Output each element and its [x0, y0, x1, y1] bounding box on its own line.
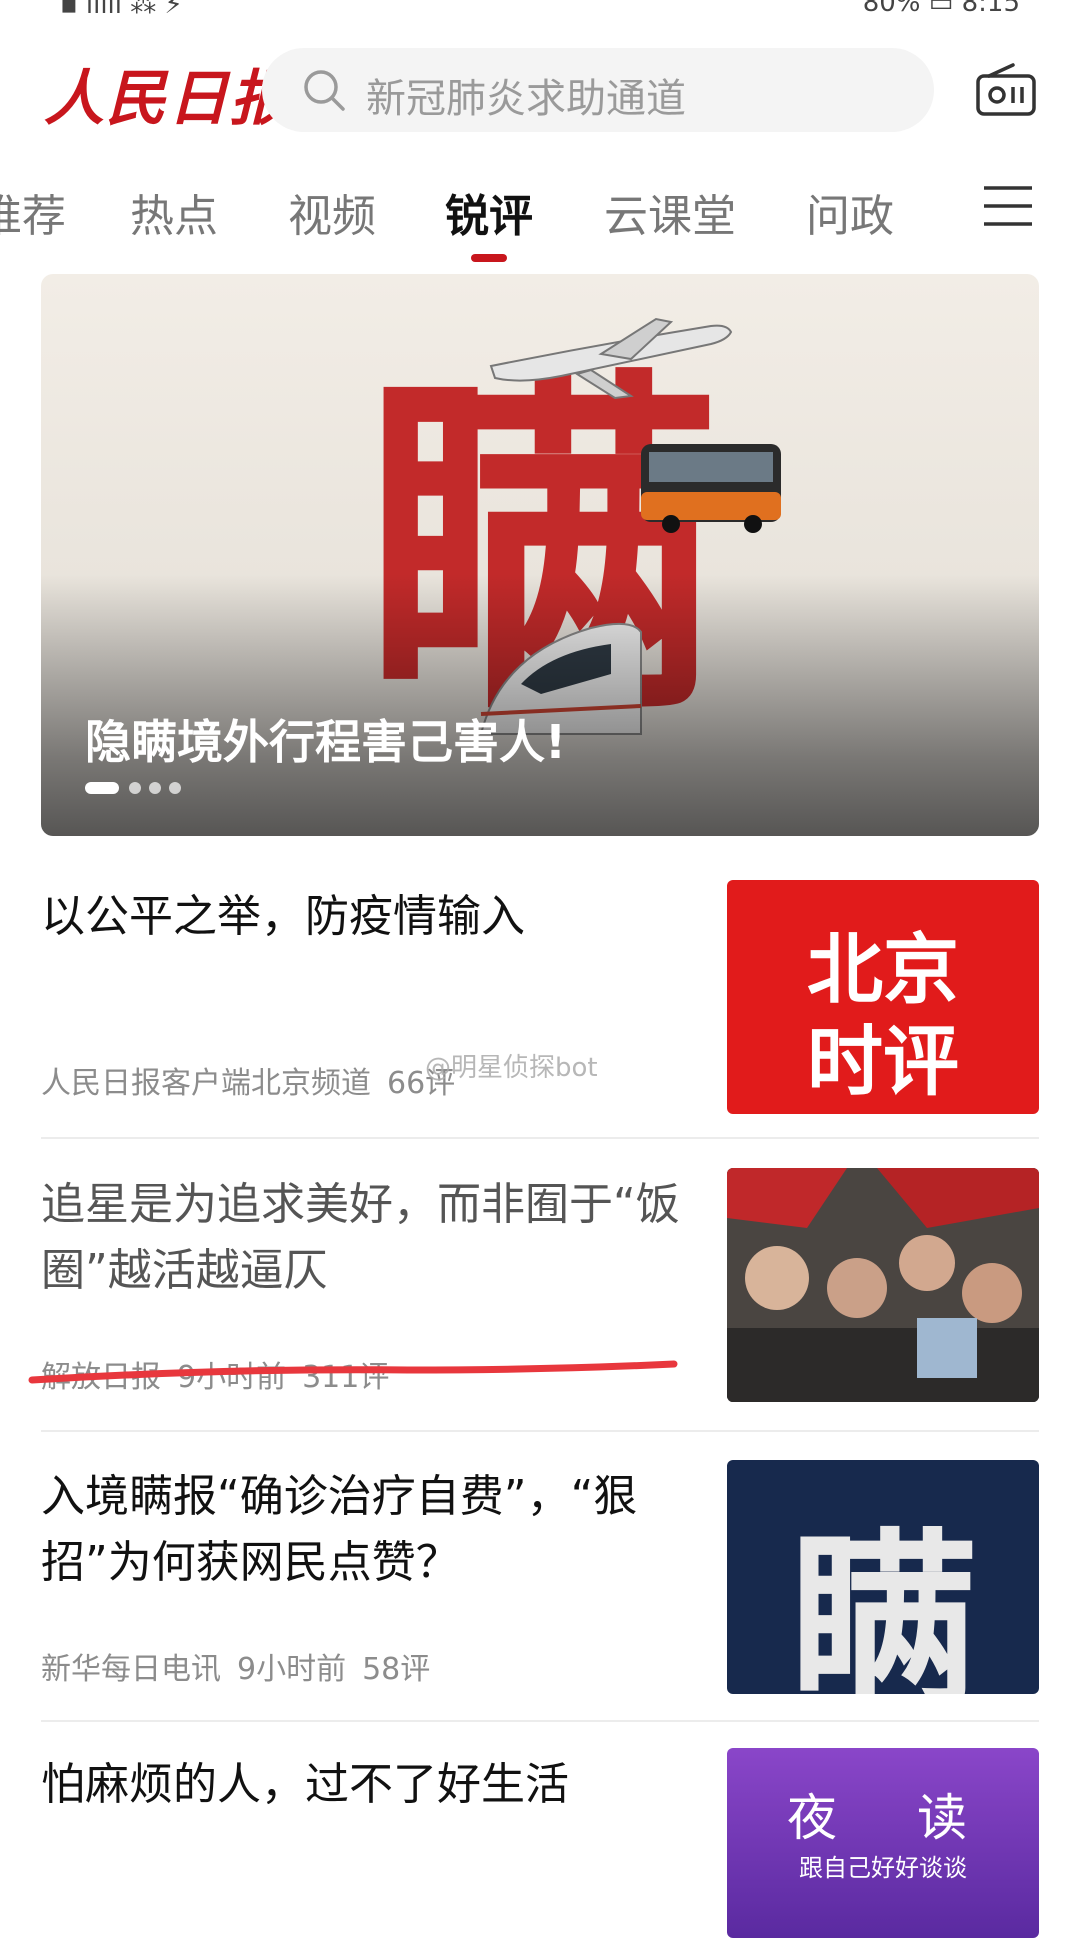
thumb-title: 夜: [787, 1789, 837, 1847]
thumb-title: 读: [917, 1789, 967, 1847]
news-meta: 新华每日电讯 9小时前 58评: [41, 1644, 446, 1688]
news-item[interactable]: 以公平之举，防疫情输入 人民日报客户端北京频道 66评 北京 时评: [41, 880, 1039, 1120]
watermark: @明星侦探bot: [425, 1053, 598, 1083]
carousel-dot: [85, 782, 119, 794]
tab-commentary[interactable]: 锐评: [445, 180, 533, 244]
divider: [41, 1720, 1039, 1722]
news-item[interactable]: 怕麻烦的人，过不了好生活 夜 读 跟自己好好谈谈: [41, 1748, 1039, 1938]
news-thumbnail: [727, 1168, 1039, 1402]
highlight-underline: [28, 1360, 678, 1384]
carousel-dot: [129, 782, 141, 794]
app-header: 人民日报 新冠肺炎求助通道: [0, 40, 1080, 150]
tab-video[interactable]: 视频: [288, 180, 376, 244]
radio-icon[interactable]: [975, 62, 1037, 118]
news-title: 追星是为追求美好，而非囿于“饭圈”越活越逼仄: [41, 1179, 680, 1296]
crowd-photo: [727, 1168, 1039, 1402]
divider: [41, 1137, 1039, 1139]
tab-cloud-class[interactable]: 云课堂: [604, 180, 736, 244]
carousel-dot: [169, 782, 181, 794]
search-placeholder: 新冠肺炎求助通道: [366, 76, 686, 122]
thumb-title: 瞒: [787, 1510, 978, 1694]
carousel-dot: [149, 782, 161, 794]
news-item[interactable]: 入境瞒报“确诊治疗自费”，“狠招”为何获网民点赞？ 新华每日电讯 9小时前 58评 …: [41, 1460, 1039, 1700]
news-title: 入境瞒报“确诊治疗自费”，“狠招”为何获网民点赞？: [41, 1471, 638, 1588]
tab-recommend[interactable]: 推荐: [0, 180, 66, 244]
news-thumbnail: 北京 时评: [727, 880, 1039, 1114]
news-source: 新华每日电讯: [41, 1652, 221, 1687]
thumb-title: 北京 时评: [807, 925, 959, 1106]
app-logo: 人民日报: [44, 64, 292, 134]
channel-tabs: 推荐 热点 视频 锐评 云课堂 问政: [0, 170, 1080, 270]
tab-inquiry[interactable]: 问政: [806, 180, 894, 244]
divider: [41, 1430, 1039, 1432]
active-tab-indicator: [471, 254, 507, 262]
status-icons: ▪ ıılll ⁂ ⚡: [60, 0, 183, 20]
bus-icon: [641, 444, 781, 533]
search-bar[interactable]: 新冠肺炎求助通道: [262, 48, 934, 132]
news-thumbnail: 夜 读 跟自己好好谈谈: [727, 1748, 1039, 1938]
news-title: 怕麻烦的人，过不了好生活: [41, 1759, 569, 1810]
featured-banner[interactable]: 瞒 隐瞒境外行程害己害人!: [41, 274, 1039, 836]
banner-title: 隐瞒境外行程害己害人!: [85, 715, 566, 769]
status-bar: ▪ ıılll ⁂ ⚡ 80% ▭ 8:15: [0, 0, 1080, 22]
news-title: 以公平之举，防疫情输入: [41, 891, 525, 942]
news-meta: 人民日报客户端北京频道 66评: [41, 1058, 471, 1102]
status-battery-time: 80% ▭ 8:15: [862, 0, 1020, 18]
menu-icon[interactable]: [982, 184, 1034, 228]
news-source: 人民日报客户端北京频道: [41, 1066, 371, 1101]
thumb-subtitle: 跟自己好好谈谈: [799, 1854, 967, 1882]
news-time: 9小时前: [237, 1652, 347, 1687]
search-icon: [304, 70, 345, 111]
news-thumbnail: 瞒: [727, 1460, 1039, 1694]
news-comments: 58评: [362, 1652, 431, 1687]
banner-overlay: [41, 574, 1039, 836]
tab-hot[interactable]: 热点: [130, 180, 218, 244]
